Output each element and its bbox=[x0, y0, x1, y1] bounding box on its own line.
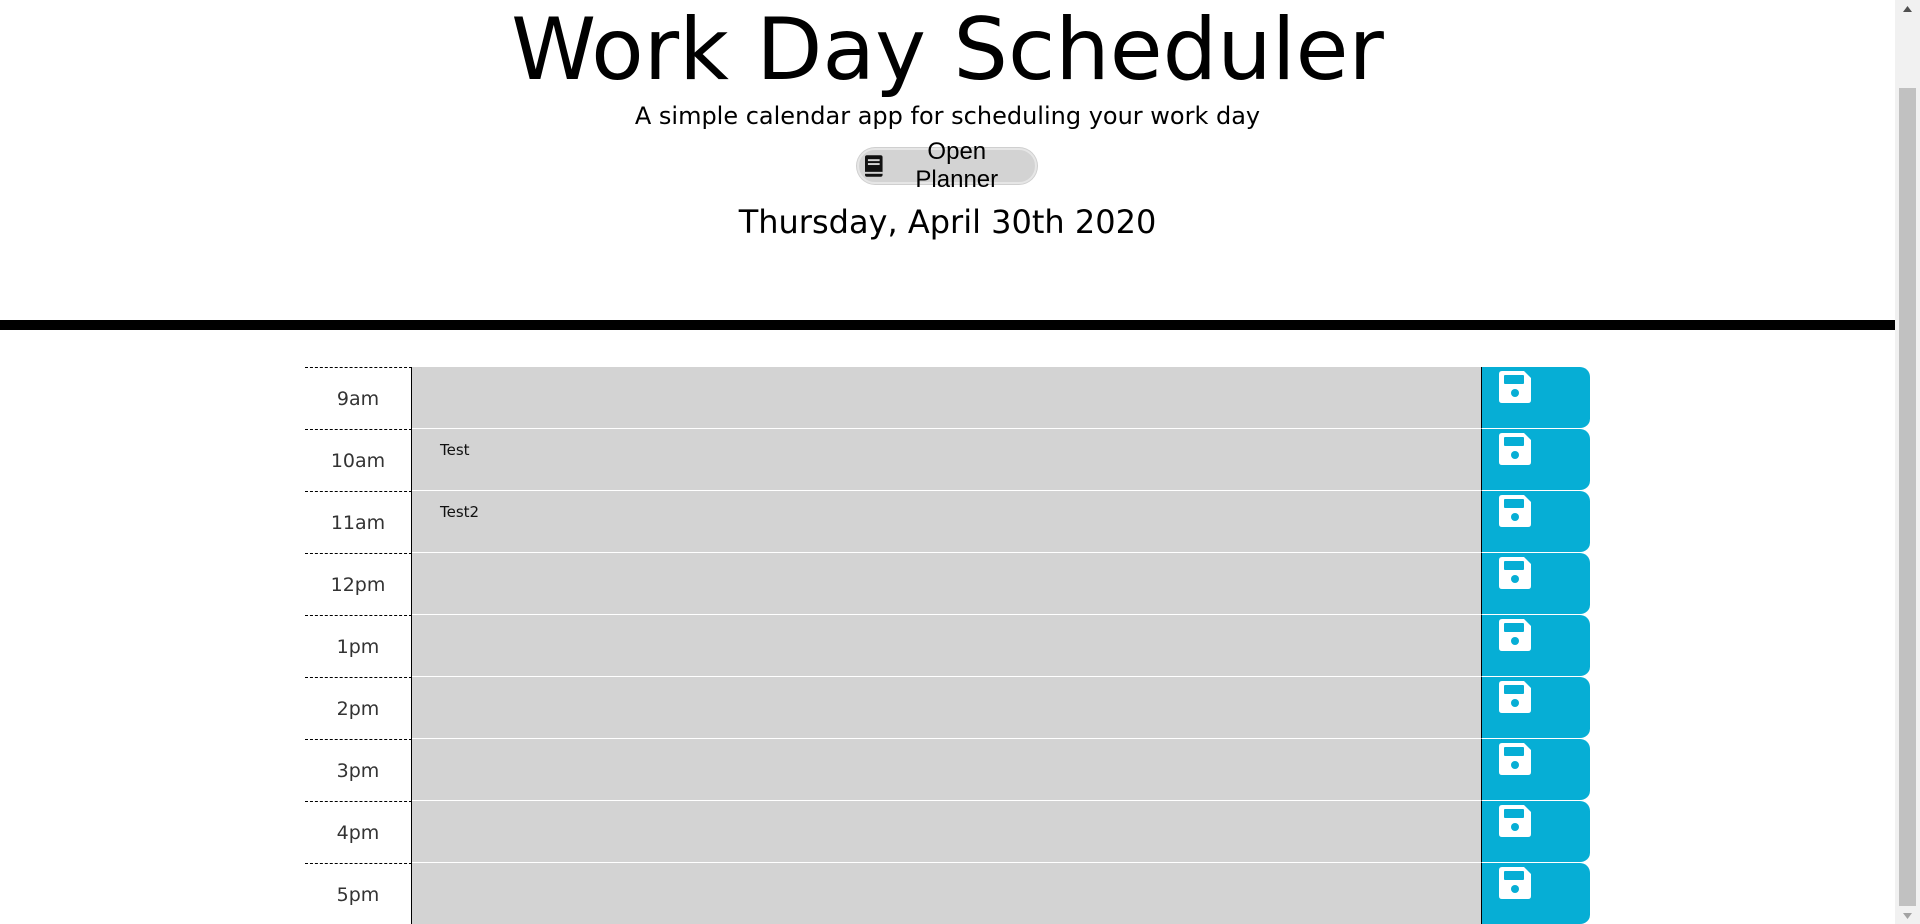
save-button[interactable] bbox=[1482, 863, 1590, 924]
page-title: Work Day Scheduler bbox=[511, 0, 1384, 100]
floppy-disk-icon bbox=[1499, 867, 1531, 899]
save-button[interactable] bbox=[1482, 739, 1590, 801]
time-block-row: 5pm bbox=[305, 863, 1590, 924]
hour-label: 5pm bbox=[305, 863, 412, 924]
current-day: Thursday, April 30th 2020 bbox=[738, 203, 1157, 241]
page-subtitle: A simple calendar app for scheduling you… bbox=[634, 102, 1261, 130]
open-planner-button[interactable]: Open Planner bbox=[857, 138, 1037, 193]
scroll-up-arrow-icon[interactable] bbox=[1895, 0, 1920, 17]
time-block-row: 2pm bbox=[305, 677, 1590, 739]
divider bbox=[0, 320, 1895, 330]
save-button[interactable] bbox=[1482, 429, 1590, 491]
save-button[interactable] bbox=[1482, 801, 1590, 863]
event-description-textarea[interactable] bbox=[412, 677, 1482, 739]
hour-label: 10am bbox=[305, 429, 412, 491]
floppy-disk-icon bbox=[1499, 805, 1531, 837]
hour-label: 1pm bbox=[305, 615, 412, 677]
floppy-disk-icon bbox=[1499, 371, 1531, 403]
event-description-textarea[interactable] bbox=[412, 367, 1482, 429]
hour-label: 11am bbox=[305, 491, 412, 553]
hour-label: 2pm bbox=[305, 677, 412, 739]
time-block-row: 9am bbox=[305, 367, 1590, 429]
time-block-row: 10am Test bbox=[305, 429, 1590, 491]
open-planner-label: Open Planner bbox=[915, 138, 999, 193]
event-description-textarea[interactable]: Test bbox=[412, 429, 1482, 491]
floppy-disk-icon bbox=[1499, 619, 1531, 651]
event-description-textarea[interactable] bbox=[412, 801, 1482, 863]
vertical-scrollbar[interactable] bbox=[1895, 0, 1920, 924]
floppy-disk-icon bbox=[1499, 743, 1531, 775]
save-button[interactable] bbox=[1482, 677, 1590, 739]
event-description-textarea[interactable]: Test2 bbox=[412, 491, 1482, 553]
save-button[interactable] bbox=[1482, 615, 1590, 677]
page: Work Day Scheduler A simple calendar app… bbox=[0, 0, 1895, 924]
time-block-row: 3pm bbox=[305, 739, 1590, 801]
time-block-list: 9am 10am Test 11am Test2 12pm 1pm 2pm 3pm 4pm 5pm bbox=[305, 367, 1590, 924]
floppy-disk-icon bbox=[1499, 495, 1531, 527]
floppy-disk-icon bbox=[1499, 557, 1531, 589]
hour-label: 9am bbox=[305, 367, 412, 429]
event-description-textarea[interactable] bbox=[412, 615, 1482, 677]
save-button[interactable] bbox=[1482, 553, 1590, 615]
save-button[interactable] bbox=[1482, 491, 1590, 553]
hour-label: 3pm bbox=[305, 739, 412, 801]
event-description-textarea[interactable] bbox=[412, 739, 1482, 801]
hour-label: 12pm bbox=[305, 553, 412, 615]
book-icon bbox=[865, 155, 883, 177]
scroll-down-arrow-icon[interactable] bbox=[1895, 907, 1920, 924]
time-block-row: 4pm bbox=[305, 801, 1590, 863]
hour-label: 4pm bbox=[305, 801, 412, 863]
scroll-thumb[interactable] bbox=[1899, 88, 1916, 906]
floppy-disk-icon bbox=[1499, 681, 1531, 713]
time-block-row: 1pm bbox=[305, 615, 1590, 677]
time-block-row: 12pm bbox=[305, 553, 1590, 615]
floppy-disk-icon bbox=[1499, 433, 1531, 465]
event-description-textarea[interactable] bbox=[412, 553, 1482, 615]
event-description-textarea[interactable] bbox=[412, 863, 1482, 924]
time-block-row: 11am Test2 bbox=[305, 491, 1590, 553]
save-button[interactable] bbox=[1482, 367, 1590, 429]
